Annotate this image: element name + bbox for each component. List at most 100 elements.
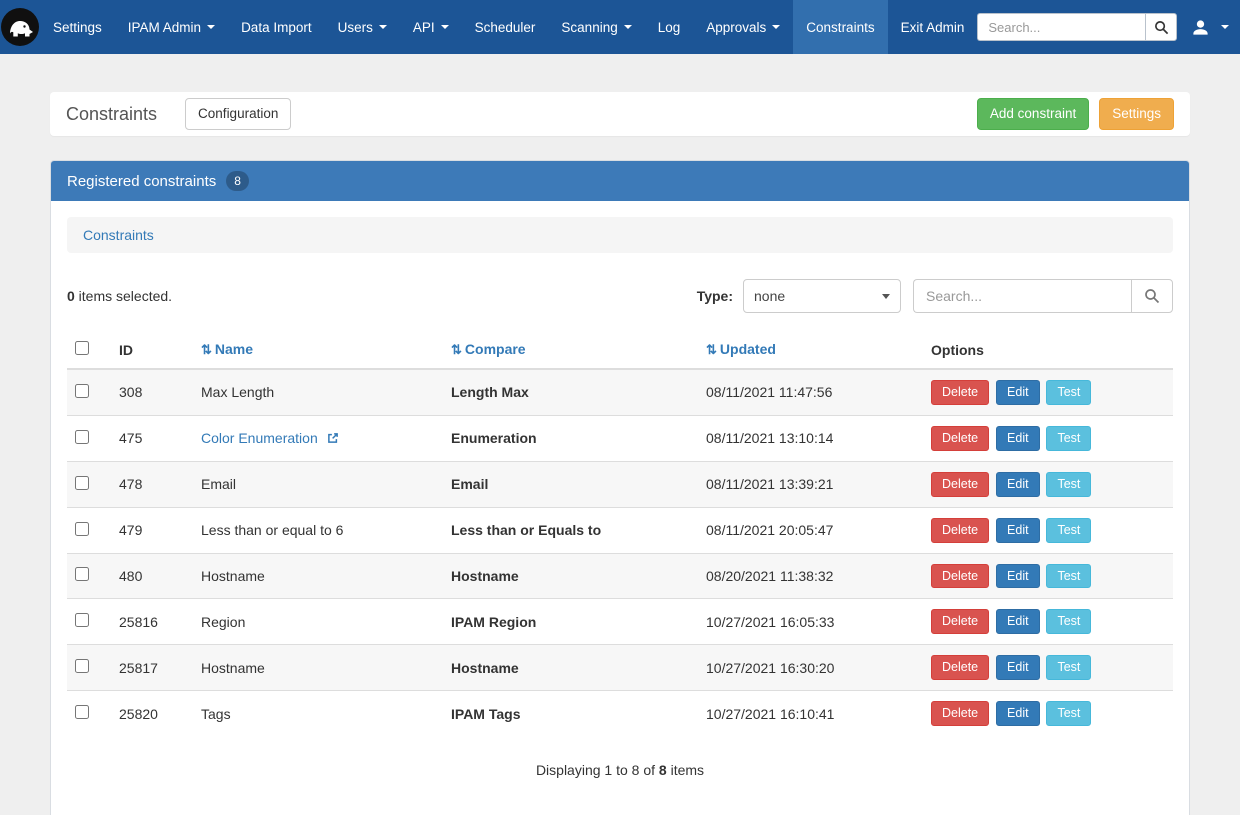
test-button[interactable]: Test	[1046, 426, 1091, 451]
row-compare: Enumeration	[443, 415, 698, 461]
row-checkbox[interactable]	[75, 659, 89, 673]
row-checkbox[interactable]	[75, 613, 89, 627]
count-badge: 8	[226, 171, 249, 191]
row-name: Email	[201, 476, 236, 492]
nav-menu: Settings IPAM Admin Data Import Users AP…	[40, 0, 977, 54]
delete-button[interactable]: Delete	[931, 609, 989, 634]
select-all-checkbox[interactable]	[75, 341, 89, 355]
row-checkbox[interactable]	[75, 522, 89, 536]
navbar-search-input[interactable]	[977, 13, 1145, 41]
row-id: 25816	[111, 599, 193, 645]
header-compare[interactable]: ⇅Compare	[443, 331, 698, 369]
selected-label: items selected.	[75, 288, 172, 304]
edit-button[interactable]: Edit	[996, 655, 1040, 680]
row-checkbox[interactable]	[75, 567, 89, 581]
page-title: Constraints	[66, 104, 157, 125]
row-compare: Length Max	[443, 369, 698, 415]
nav-item-constraints[interactable]: Constraints	[793, 0, 887, 54]
row-checkbox[interactable]	[75, 705, 89, 719]
table-footer: Displaying 1 to 8 of 8 items	[67, 762, 1173, 778]
edit-button[interactable]: Edit	[996, 701, 1040, 726]
table-row: 25816 Region IPAM Region 10/27/2021 16:0…	[67, 599, 1173, 645]
test-button[interactable]: Test	[1046, 609, 1091, 634]
delete-button[interactable]: Delete	[931, 380, 989, 405]
table-search-input[interactable]	[913, 279, 1131, 313]
test-button[interactable]: Test	[1046, 701, 1091, 726]
navbar-search-button[interactable]	[1145, 13, 1177, 41]
panel-heading: Registered constraints 8	[51, 161, 1189, 201]
row-compare: Email	[443, 461, 698, 507]
table-row: 479 Less than or equal to 6 Less than or…	[67, 507, 1173, 553]
row-name: Less than or equal to 6	[201, 522, 343, 538]
constraints-tab-link[interactable]: Constraints	[83, 227, 154, 243]
nav-item-scheduler[interactable]: Scheduler	[462, 0, 549, 54]
table-row: 475 Color Enumeration Enumeration 08/11/…	[67, 415, 1173, 461]
row-checkbox[interactable]	[75, 430, 89, 444]
test-button[interactable]: Test	[1046, 380, 1091, 405]
configuration-button[interactable]: Configuration	[185, 98, 291, 130]
table-row: 480 Hostname Hostname 08/20/2021 11:38:3…	[67, 553, 1173, 599]
constraints-panel: Registered constraints 8 Constraints 0 i…	[50, 160, 1190, 815]
header-name[interactable]: ⇅Name	[193, 331, 443, 369]
sort-icon: ⇅	[706, 342, 717, 357]
app-logo[interactable]	[0, 7, 40, 47]
row-id: 480	[111, 553, 193, 599]
table-search-button[interactable]	[1131, 279, 1173, 313]
edit-button[interactable]: Edit	[996, 380, 1040, 405]
selected-info: 0 items selected.	[67, 288, 172, 304]
nav-item-approvals[interactable]: Approvals	[693, 0, 793, 54]
user-menu[interactable]	[1189, 14, 1231, 41]
edit-button[interactable]: Edit	[996, 609, 1040, 634]
row-compare: Hostname	[443, 645, 698, 691]
user-icon	[1191, 18, 1210, 37]
type-select-value: none	[754, 288, 785, 304]
nav-item-settings[interactable]: Settings	[40, 0, 115, 54]
delete-button[interactable]: Delete	[931, 472, 989, 497]
sort-icon: ⇅	[201, 342, 212, 357]
row-updated: 08/11/2021 11:47:56	[698, 369, 923, 415]
search-icon	[1144, 288, 1160, 304]
edit-button[interactable]: Edit	[996, 426, 1040, 451]
row-checkbox[interactable]	[75, 476, 89, 490]
nav-item-exit-admin[interactable]: Exit Admin	[888, 0, 978, 54]
delete-button[interactable]: Delete	[931, 655, 989, 680]
header-id: ID	[111, 331, 193, 369]
caret-down-icon	[1221, 25, 1229, 29]
row-name[interactable]: Color Enumeration	[201, 430, 318, 446]
edit-button[interactable]: Edit	[996, 472, 1040, 497]
row-compare: IPAM Region	[443, 599, 698, 645]
nav-item-scanning[interactable]: Scanning	[548, 0, 644, 54]
panel-body: Constraints 0 items selected. Type: none	[51, 201, 1189, 815]
delete-button[interactable]: Delete	[931, 518, 989, 543]
constraints-table: ID ⇅Name ⇅Compare ⇅Updated Options 308 M…	[67, 331, 1173, 736]
row-name: Tags	[201, 706, 231, 722]
edit-button[interactable]: Edit	[996, 518, 1040, 543]
top-navbar: Settings IPAM Admin Data Import Users AP…	[0, 0, 1240, 54]
row-id: 25817	[111, 645, 193, 691]
row-name: Hostname	[201, 568, 265, 584]
test-button[interactable]: Test	[1046, 472, 1091, 497]
nav-item-log[interactable]: Log	[645, 0, 694, 54]
row-compare: Less than or Equals to	[443, 507, 698, 553]
test-button[interactable]: Test	[1046, 518, 1091, 543]
row-id: 478	[111, 461, 193, 507]
row-compare: Hostname	[443, 553, 698, 599]
row-name: Max Length	[201, 384, 274, 400]
nav-item-users[interactable]: Users	[325, 0, 400, 54]
delete-button[interactable]: Delete	[931, 564, 989, 589]
nav-item-api[interactable]: API	[400, 0, 462, 54]
header-updated[interactable]: ⇅Updated	[698, 331, 923, 369]
delete-button[interactable]: Delete	[931, 426, 989, 451]
nav-item-data-import[interactable]: Data Import	[228, 0, 325, 54]
caret-down-icon	[207, 25, 215, 29]
test-button[interactable]: Test	[1046, 655, 1091, 680]
test-button[interactable]: Test	[1046, 564, 1091, 589]
row-checkbox[interactable]	[75, 384, 89, 398]
delete-button[interactable]: Delete	[931, 701, 989, 726]
nav-item-ipam-admin[interactable]: IPAM Admin	[115, 0, 228, 54]
type-select[interactable]: none	[743, 279, 901, 313]
edit-button[interactable]: Edit	[996, 564, 1040, 589]
add-constraint-button[interactable]: Add constraint	[977, 98, 1089, 130]
settings-button[interactable]: Settings	[1099, 98, 1174, 130]
row-updated: 10/27/2021 16:05:33	[698, 599, 923, 645]
